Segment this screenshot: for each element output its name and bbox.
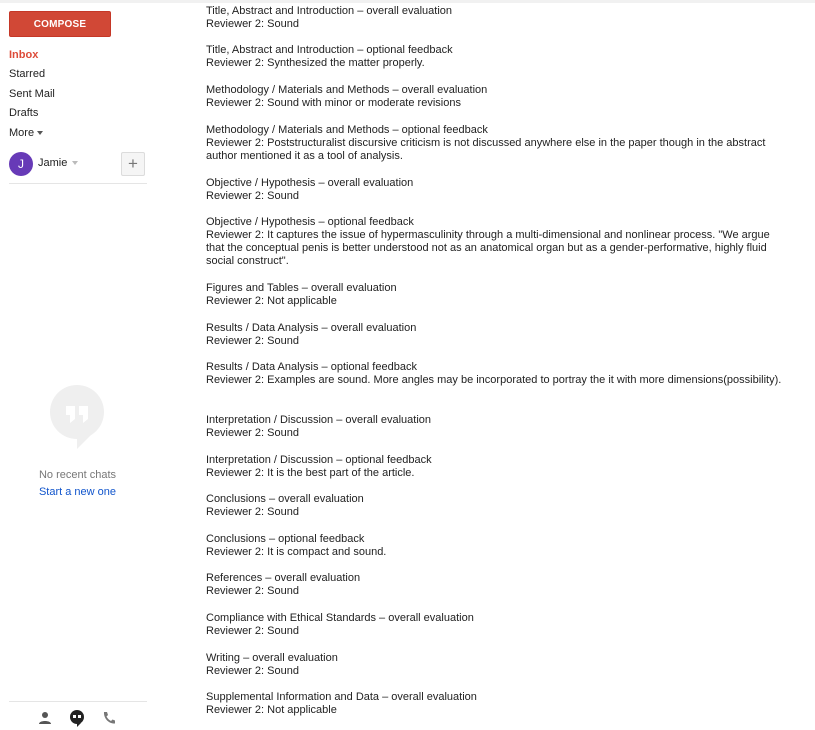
plus-icon: + (128, 154, 138, 173)
sidebar-item-label: Starred (9, 68, 46, 81)
user-name-dropdown[interactable]: Jamie (38, 157, 79, 169)
section-title: References – overall evaluation (206, 572, 361, 584)
section-title: Results / Data Analysis – optional feedb… (206, 361, 417, 373)
section-body: Reviewer 2: Not applicable (206, 295, 337, 307)
no-recent-chats-text: No recent chats (38, 469, 117, 481)
mail-window: COMPOSE Inbox Starred Sent Mail Drafts M… (0, 0, 815, 730)
review-section: Interpretation / Discussion – optional f… (206, 454, 791, 480)
section-title: Figures and Tables – overall evaluation (206, 282, 397, 294)
review-section: References – overall evaluation Reviewer… (206, 572, 791, 598)
section-body: Reviewer 2: It captures the issue of hyp… (206, 229, 770, 267)
section-body: Reviewer 2: Sound (206, 506, 299, 518)
hangouts-user-row: J Jamie + (9, 152, 147, 176)
review-section: Compliance with Ethical Standards – over… (206, 612, 791, 638)
section-body: Reviewer 2: Examples are sound. More ang… (206, 374, 782, 386)
review-section: Figures and Tables – overall evaluation … (206, 282, 791, 308)
section-title: Title, Abstract and Introduction – overa… (206, 5, 453, 17)
review-section: Methodology / Materials and Methods – op… (206, 124, 791, 163)
sidebar-item-starred[interactable]: Starred (9, 65, 55, 84)
section-title: Results / Data Analysis – overall evalua… (206, 322, 417, 334)
section-body: Reviewer 2: Sound (206, 335, 299, 347)
section-title: Objective / Hypothesis – overall evaluat… (206, 177, 414, 189)
section-body: Reviewer 2: Sound (206, 625, 299, 637)
review-section: Methodology / Materials and Methods – ov… (206, 84, 791, 110)
section-title: Title, Abstract and Introduction – optio… (206, 44, 453, 56)
section-title: Writing – overall evaluation (206, 652, 338, 664)
section-body: Reviewer 2: It is the best part of the a… (206, 467, 415, 479)
sidebar-item-more[interactable]: More (9, 124, 55, 143)
section-title: Conclusions – overall evaluation (206, 493, 364, 505)
hangouts-icon[interactable] (68, 709, 86, 727)
review-section: Objective / Hypothesis – overall evaluat… (206, 177, 791, 203)
chevron-down-icon (37, 130, 44, 135)
sidebar-item-label: Sent Mail (9, 87, 55, 100)
sidebar: COMPOSE Inbox Starred Sent Mail Drafts M… (0, 0, 160, 730)
sidebar-item-sent-mail[interactable]: Sent Mail (9, 85, 55, 104)
review-section: Writing – overall evaluation Reviewer 2:… (206, 652, 791, 678)
review-section: Supplemental Information and Data – over… (206, 691, 791, 717)
review-section: Conclusions – optional feedback Reviewer… (206, 533, 791, 559)
section-title: Interpretation / Discussion – overall ev… (206, 414, 432, 426)
hangouts-quote-icon (50, 385, 104, 449)
sidebar-item-drafts[interactable]: Drafts (9, 104, 55, 123)
review-section: Results / Data Analysis – optional feedb… (206, 361, 791, 387)
user-name: Jamie (38, 157, 68, 169)
sidebar-item-inbox[interactable]: Inbox (9, 46, 55, 65)
divider (9, 183, 147, 184)
section-title: Methodology / Materials and Methods – op… (206, 124, 488, 136)
avatar[interactable]: J (9, 152, 33, 176)
section-title: Objective / Hypothesis – optional feedba… (206, 216, 414, 228)
section-body: Reviewer 2: Sound (206, 585, 299, 597)
review-section: Title, Abstract and Introduction – optio… (206, 44, 791, 70)
sidebar-item-label: Inbox (9, 49, 39, 61)
section-body: Reviewer 2: Sound (206, 18, 299, 30)
section-title: Conclusions – optional feedback (206, 533, 365, 545)
chevron-down-icon (72, 161, 79, 166)
phone-icon[interactable] (100, 709, 118, 727)
compose-button[interactable]: COMPOSE (9, 11, 111, 37)
section-body: Reviewer 2: Sound (206, 427, 299, 439)
divider (9, 701, 147, 702)
sidebar-item-label: Drafts (9, 107, 39, 120)
section-body: Reviewer 2: Sound (206, 665, 299, 677)
new-hangout-button[interactable]: + (121, 152, 145, 176)
section-body: Reviewer 2: Poststructuralist discursive… (206, 137, 766, 162)
section-title: Supplemental Information and Data – over… (206, 691, 477, 703)
review-section: Conclusions – overall evaluation Reviewe… (206, 493, 791, 519)
review-section: Results / Data Analysis – overall evalua… (206, 322, 791, 348)
section-body: Reviewer 2: Sound with minor or moderate… (206, 97, 461, 109)
sidebar-nav: Inbox Starred Sent Mail Drafts More (9, 46, 55, 143)
section-body: Reviewer 2: Sound (206, 190, 299, 202)
sidebar-item-label: More (9, 126, 35, 139)
section-body: Reviewer 2: Synthesized the matter prope… (206, 57, 425, 69)
review-section: Interpretation / Discussion – overall ev… (206, 414, 791, 440)
review-section: Title, Abstract and Introduction – overa… (206, 5, 791, 31)
person-icon[interactable] (36, 709, 54, 727)
review-section: Objective / Hypothesis – optional feedba… (206, 216, 791, 268)
section-title: Compliance with Ethical Standards – over… (206, 612, 474, 624)
start-new-chat-link[interactable]: Start a new one (0, 486, 155, 498)
section-title: Methodology / Materials and Methods – ov… (206, 84, 488, 96)
section-body: Reviewer 2: Not applicable (206, 704, 337, 716)
section-body: Reviewer 2: It is compact and sound. (206, 546, 387, 558)
section-title: Interpretation / Discussion – optional f… (206, 454, 432, 466)
